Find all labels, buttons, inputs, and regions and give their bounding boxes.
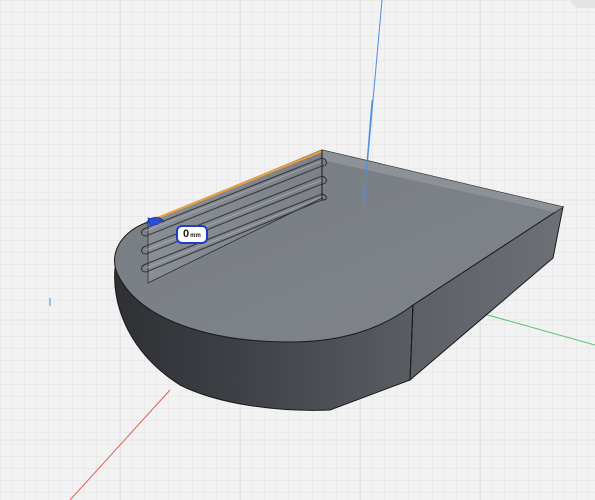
dimension-unit: mm — [190, 232, 201, 239]
model-canvas[interactable] — [0, 0, 595, 500]
dimension-value[interactable]: 0 — [183, 229, 189, 240]
dimension-input-field[interactable]: 0 mm — [176, 225, 208, 244]
3d-viewport[interactable]: 0 mm — [0, 0, 595, 500]
